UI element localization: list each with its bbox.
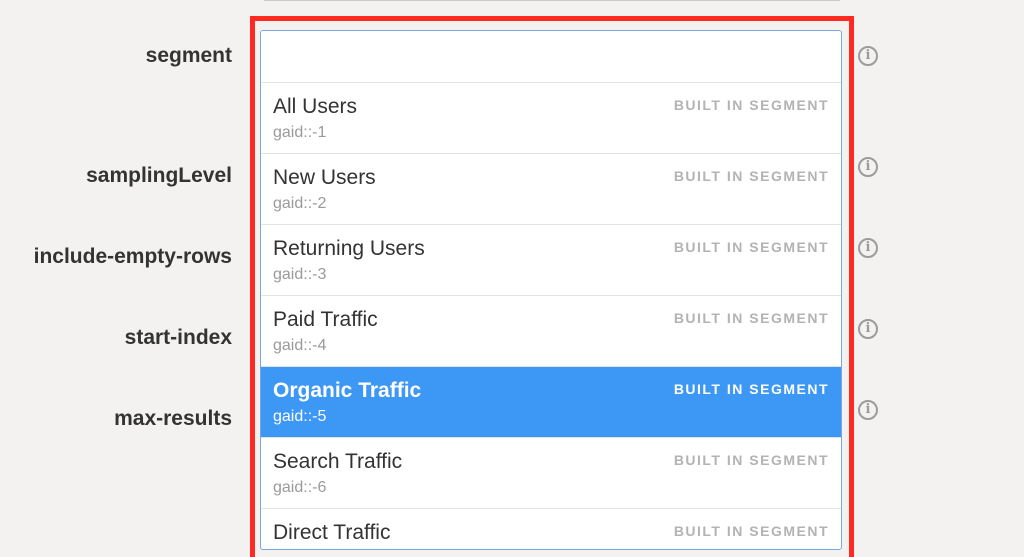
- option-id: gaid::-3: [273, 266, 327, 283]
- start-index-info-icon[interactable]: i: [858, 319, 878, 339]
- option-type-badge: BUILT IN SEGMENT: [673, 168, 829, 184]
- option-type-badge: BUILT IN SEGMENT: [673, 310, 829, 326]
- segment-option[interactable]: Paid Trafficgaid::-4 BUILT IN SEGMENT: [261, 296, 841, 367]
- segment-option[interactable]: Direct Trafficgaid::-7 BUILT IN SEGMENT: [261, 509, 841, 550]
- segment-dropdown: All Users gaid::-1 BUILT IN SEGMENT New Use…: [260, 30, 842, 550]
- option-type-badge: BUILT IN SEGMENT: [673, 381, 829, 397]
- include-empty-rows-label: include-empty-rows: [33, 245, 232, 268]
- segment-option[interactable]: All Usersgaid::-1 BUILT IN SEGMENT: [261, 83, 841, 154]
- option-title: Organic Traffic: [273, 379, 422, 402]
- segment-options-list: All Users gaid::-1 BUILT IN SEGMENT New Use…: [261, 83, 841, 550]
- segment-option[interactable]: New Usersgaid::-2 BUILT IN SEGMENT: [261, 154, 841, 225]
- segment-option[interactable]: Search Trafficgaid::-6 BUILT IN SEGMENT: [261, 438, 841, 509]
- option-id: gaid::-5: [273, 408, 327, 425]
- option-id: gaid::-6: [273, 479, 327, 496]
- option-title: Search Traffic: [273, 450, 403, 473]
- sampling-level-label: samplingLevel: [86, 164, 232, 187]
- option-type-badge: BUILT IN SEGMENT: [673, 97, 829, 113]
- option-type-badge: BUILT IN SEGMENT: [673, 523, 829, 539]
- include-empty-rows-info-icon[interactable]: i: [858, 238, 878, 258]
- option-id: gaid::-4: [273, 337, 327, 354]
- segment-option[interactable]: Organic Trafficgaid::-5 BUILT IN SEGMENT: [261, 367, 841, 438]
- segment-search-input[interactable]: [261, 31, 841, 83]
- sampling-level-info-icon[interactable]: i: [858, 157, 878, 177]
- option-title: Direct Traffic: [273, 521, 391, 544]
- option-id: gaid::-1: [273, 124, 327, 141]
- segment-label: segment: [145, 44, 232, 67]
- start-index-label: start-index: [124, 326, 232, 349]
- option-title: Paid Traffic: [273, 308, 378, 331]
- option-type-badge: BUILT IN SEGMENT: [673, 452, 829, 468]
- previous-field-edge: [264, 0, 840, 1]
- max-results-info-icon[interactable]: i: [858, 400, 878, 420]
- option-id: gaid::-2: [273, 195, 327, 212]
- option-id: gaid::-7: [273, 549, 326, 550]
- option-type-badge: BUILT IN SEGMENT: [673, 239, 829, 255]
- option-title: New Users: [273, 166, 376, 189]
- option-title: Returning Users: [273, 237, 425, 260]
- segment-option[interactable]: Returning Usersgaid::-3 BUILT IN SEGMENT: [261, 225, 841, 296]
- option-title: All Users: [273, 95, 358, 118]
- max-results-label: max-results: [114, 407, 232, 430]
- segment-info-icon[interactable]: i: [858, 46, 878, 66]
